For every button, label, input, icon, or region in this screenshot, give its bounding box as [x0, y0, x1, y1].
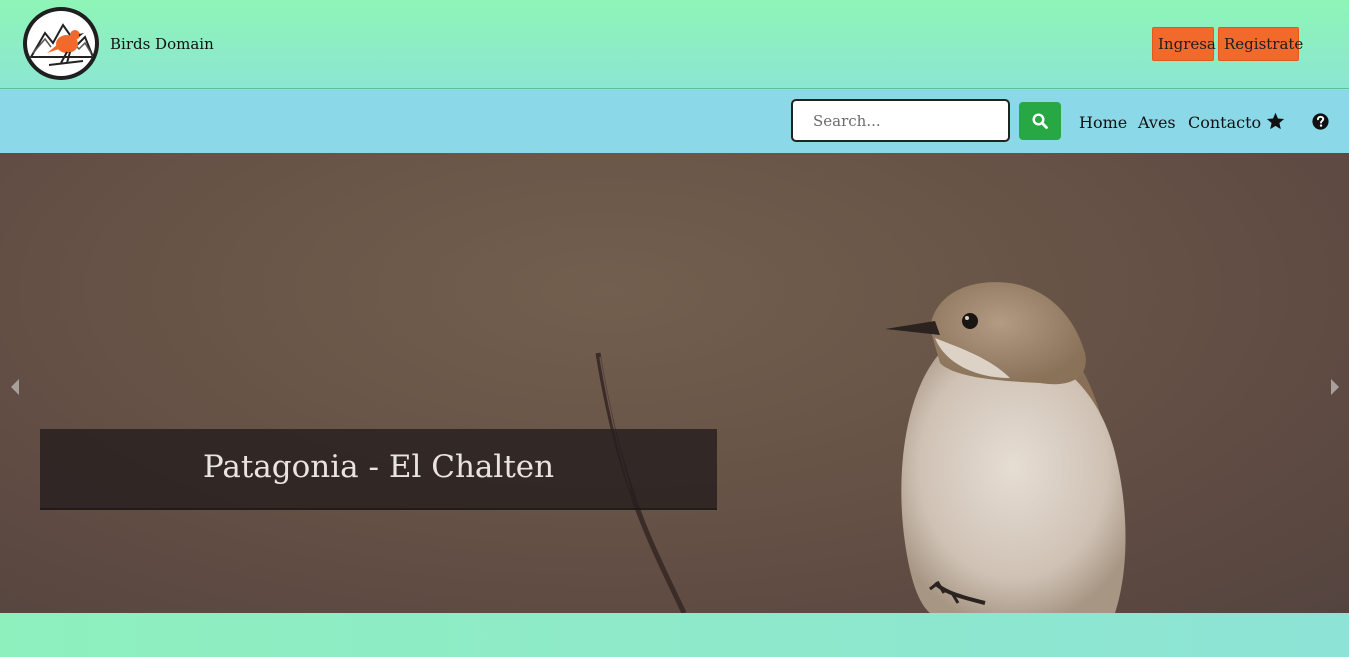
nav-link-aves[interactable]: Aves — [1138, 113, 1176, 132]
site-logo[interactable] — [23, 7, 99, 80]
bird-photo — [595, 282, 1126, 613]
footer-strip — [0, 613, 1349, 657]
search-input[interactable] — [791, 99, 1010, 142]
register-button[interactable]: Registrate — [1218, 27, 1303, 61]
login-button[interactable]: Ingresa — [1152, 27, 1216, 61]
question-circle-icon[interactable] — [1312, 113, 1329, 130]
search-icon — [1032, 113, 1048, 129]
nav-link-home[interactable]: Home — [1079, 113, 1127, 132]
brand-name[interactable]: Birds Domain — [110, 35, 214, 53]
main-navbar: Home Aves Contacto — [0, 90, 1349, 153]
nav-link-contacto[interactable]: Contacto — [1188, 113, 1261, 132]
carousel-caption: Patagonia - El Chalten — [40, 429, 717, 510]
search-button[interactable] — [1019, 102, 1061, 140]
top-header: Birds Domain Ingresa Registrate — [0, 0, 1349, 89]
carousel-prev-icon[interactable] — [8, 377, 22, 397]
carousel-next-icon[interactable] — [1328, 377, 1342, 397]
bird-mountain-logo-icon — [29, 23, 95, 66]
hero-carousel: Patagonia - El Chalten — [0, 153, 1349, 613]
caption-text: Patagonia - El Chalten — [202, 449, 555, 485]
star-icon[interactable] — [1266, 112, 1285, 130]
